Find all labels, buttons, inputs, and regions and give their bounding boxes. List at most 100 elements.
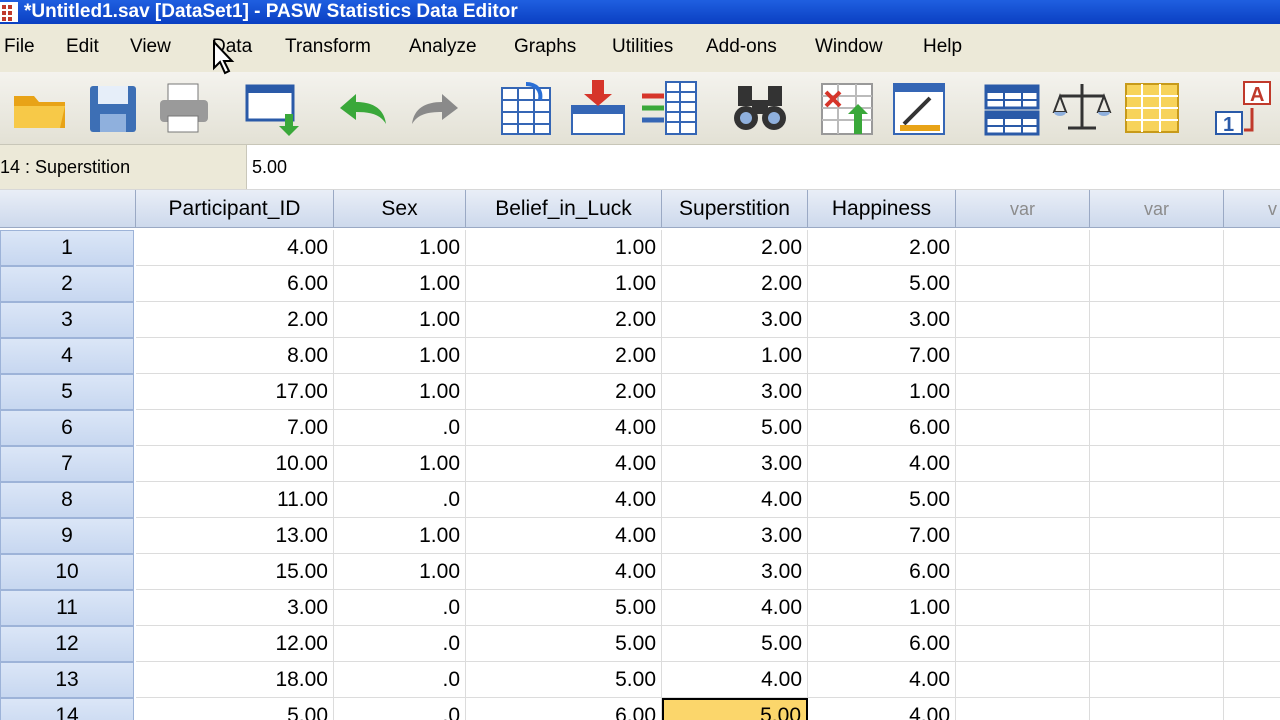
empty-cell[interactable] xyxy=(1090,482,1224,518)
cell-belief-in-luck[interactable]: 4.00 xyxy=(466,446,662,482)
cell-sex[interactable]: .0 xyxy=(334,590,466,626)
column-header-superstition[interactable]: Superstition xyxy=(662,190,808,228)
column-header-happiness[interactable]: Happiness xyxy=(808,190,956,228)
empty-cell[interactable] xyxy=(1090,446,1224,482)
cell-happiness[interactable]: 4.00 xyxy=(808,662,956,698)
cell-superstition[interactable]: 3.00 xyxy=(662,554,808,590)
row-number[interactable]: 7 xyxy=(0,446,134,482)
cell-belief-in-luck[interactable]: 4.00 xyxy=(466,482,662,518)
row-number[interactable]: 5 xyxy=(0,374,134,410)
cell-superstition[interactable]: 5.00 xyxy=(662,626,808,662)
value-labels-icon[interactable]: A1 xyxy=(1214,78,1274,138)
row-number[interactable]: 1 xyxy=(0,230,134,266)
empty-cell[interactable] xyxy=(1090,410,1224,446)
cell-participant-id[interactable]: 12.00 xyxy=(136,626,334,662)
cell-participant-id[interactable]: 4.00 xyxy=(136,230,334,266)
empty-cell[interactable] xyxy=(1224,590,1280,626)
cell-participant-id[interactable]: 3.00 xyxy=(136,590,334,626)
empty-cell[interactable] xyxy=(1090,266,1224,302)
column-header-var[interactable]: var xyxy=(956,190,1090,228)
row-number[interactable]: 8 xyxy=(0,482,134,518)
cell-value-input[interactable]: 5.00 xyxy=(252,145,287,189)
cell-superstition[interactable]: 4.00 xyxy=(662,482,808,518)
cell-happiness[interactable]: 7.00 xyxy=(808,338,956,374)
cell-happiness[interactable]: 5.00 xyxy=(808,266,956,302)
empty-cell[interactable] xyxy=(956,518,1090,554)
corner-cell[interactable] xyxy=(0,190,136,228)
empty-cell[interactable] xyxy=(1224,662,1280,698)
cell-superstition[interactable]: 4.00 xyxy=(662,590,808,626)
empty-cell[interactable] xyxy=(956,662,1090,698)
cell-participant-id[interactable]: 11.00 xyxy=(136,482,334,518)
empty-cell[interactable] xyxy=(1090,590,1224,626)
empty-cell[interactable] xyxy=(956,230,1090,266)
cell-sex[interactable]: 1.00 xyxy=(334,446,466,482)
cell-superstition[interactable]: 3.00 xyxy=(662,374,808,410)
row-number[interactable]: 2 xyxy=(0,266,134,302)
cell-participant-id[interactable]: 6.00 xyxy=(136,266,334,302)
empty-cell[interactable] xyxy=(956,338,1090,374)
empty-cell[interactable] xyxy=(956,626,1090,662)
cell-sex[interactable]: 1.00 xyxy=(334,266,466,302)
empty-cell[interactable] xyxy=(1090,338,1224,374)
empty-cell[interactable] xyxy=(956,266,1090,302)
cell-belief-in-luck[interactable]: 4.00 xyxy=(466,554,662,590)
cell-belief-in-luck[interactable]: 2.00 xyxy=(466,302,662,338)
cell-happiness[interactable]: 5.00 xyxy=(808,482,956,518)
selected-cell[interactable]: 5.00 xyxy=(662,698,808,720)
empty-cell[interactable] xyxy=(956,410,1090,446)
menu-view[interactable]: View xyxy=(130,36,171,58)
cell-superstition[interactable]: 2.00 xyxy=(662,266,808,302)
cell-sex[interactable]: .0 xyxy=(334,482,466,518)
cell-belief-in-luck[interactable]: 2.00 xyxy=(466,374,662,410)
insert-variable-icon[interactable] xyxy=(890,78,950,138)
cell-belief-in-luck[interactable]: 1.00 xyxy=(466,266,662,302)
empty-cell[interactable] xyxy=(956,554,1090,590)
empty-cell[interactable] xyxy=(1224,302,1280,338)
recall-dialog-icon[interactable] xyxy=(243,78,303,138)
cell-happiness[interactable]: 6.00 xyxy=(808,410,956,446)
redo-icon[interactable] xyxy=(406,78,466,138)
empty-cell[interactable] xyxy=(956,302,1090,338)
menu-window[interactable]: Window xyxy=(815,36,883,58)
cell-participant-id[interactable]: 10.00 xyxy=(136,446,334,482)
goto-variable-icon[interactable] xyxy=(568,78,628,138)
row-number[interactable]: 6 xyxy=(0,410,134,446)
cell-sex[interactable]: 1.00 xyxy=(334,338,466,374)
empty-cell[interactable] xyxy=(1224,338,1280,374)
cell-belief-in-luck[interactable]: 5.00 xyxy=(466,626,662,662)
split-file-icon[interactable] xyxy=(982,78,1042,138)
empty-cell[interactable] xyxy=(1090,662,1224,698)
cell-sex[interactable]: .0 xyxy=(334,626,466,662)
cell-sex[interactable]: 1.00 xyxy=(334,518,466,554)
cell-sex[interactable]: .0 xyxy=(334,698,466,720)
save-icon[interactable] xyxy=(84,78,144,138)
empty-cell[interactable] xyxy=(1090,302,1224,338)
empty-cell[interactable] xyxy=(1224,518,1280,554)
variables-icon[interactable] xyxy=(640,78,700,138)
menu-edit[interactable]: Edit xyxy=(66,36,99,58)
empty-cell[interactable] xyxy=(1090,518,1224,554)
weight-cases-icon[interactable] xyxy=(1052,78,1112,138)
column-header-belief-in-luck[interactable]: Belief_in_Luck xyxy=(466,190,662,228)
empty-cell[interactable] xyxy=(1224,374,1280,410)
print-icon[interactable] xyxy=(154,78,214,138)
row-number[interactable]: 10 xyxy=(0,554,134,590)
cell-superstition[interactable]: 4.00 xyxy=(662,662,808,698)
cell-happiness[interactable]: 2.00 xyxy=(808,230,956,266)
cell-superstition[interactable]: 2.00 xyxy=(662,230,808,266)
cell-superstition[interactable]: 3.00 xyxy=(662,446,808,482)
empty-cell[interactable] xyxy=(1090,230,1224,266)
row-number[interactable]: 14 xyxy=(0,698,134,720)
cell-happiness[interactable]: 3.00 xyxy=(808,302,956,338)
empty-cell[interactable] xyxy=(1224,698,1280,720)
cell-participant-id[interactable]: 18.00 xyxy=(136,662,334,698)
cell-superstition[interactable]: 1.00 xyxy=(662,338,808,374)
empty-cell[interactable] xyxy=(956,446,1090,482)
cell-happiness[interactable]: 1.00 xyxy=(808,590,956,626)
cell-belief-in-luck[interactable]: 2.00 xyxy=(466,338,662,374)
cell-participant-id[interactable]: 15.00 xyxy=(136,554,334,590)
empty-cell[interactable] xyxy=(956,482,1090,518)
row-number[interactable]: 9 xyxy=(0,518,134,554)
empty-cell[interactable] xyxy=(1090,698,1224,720)
